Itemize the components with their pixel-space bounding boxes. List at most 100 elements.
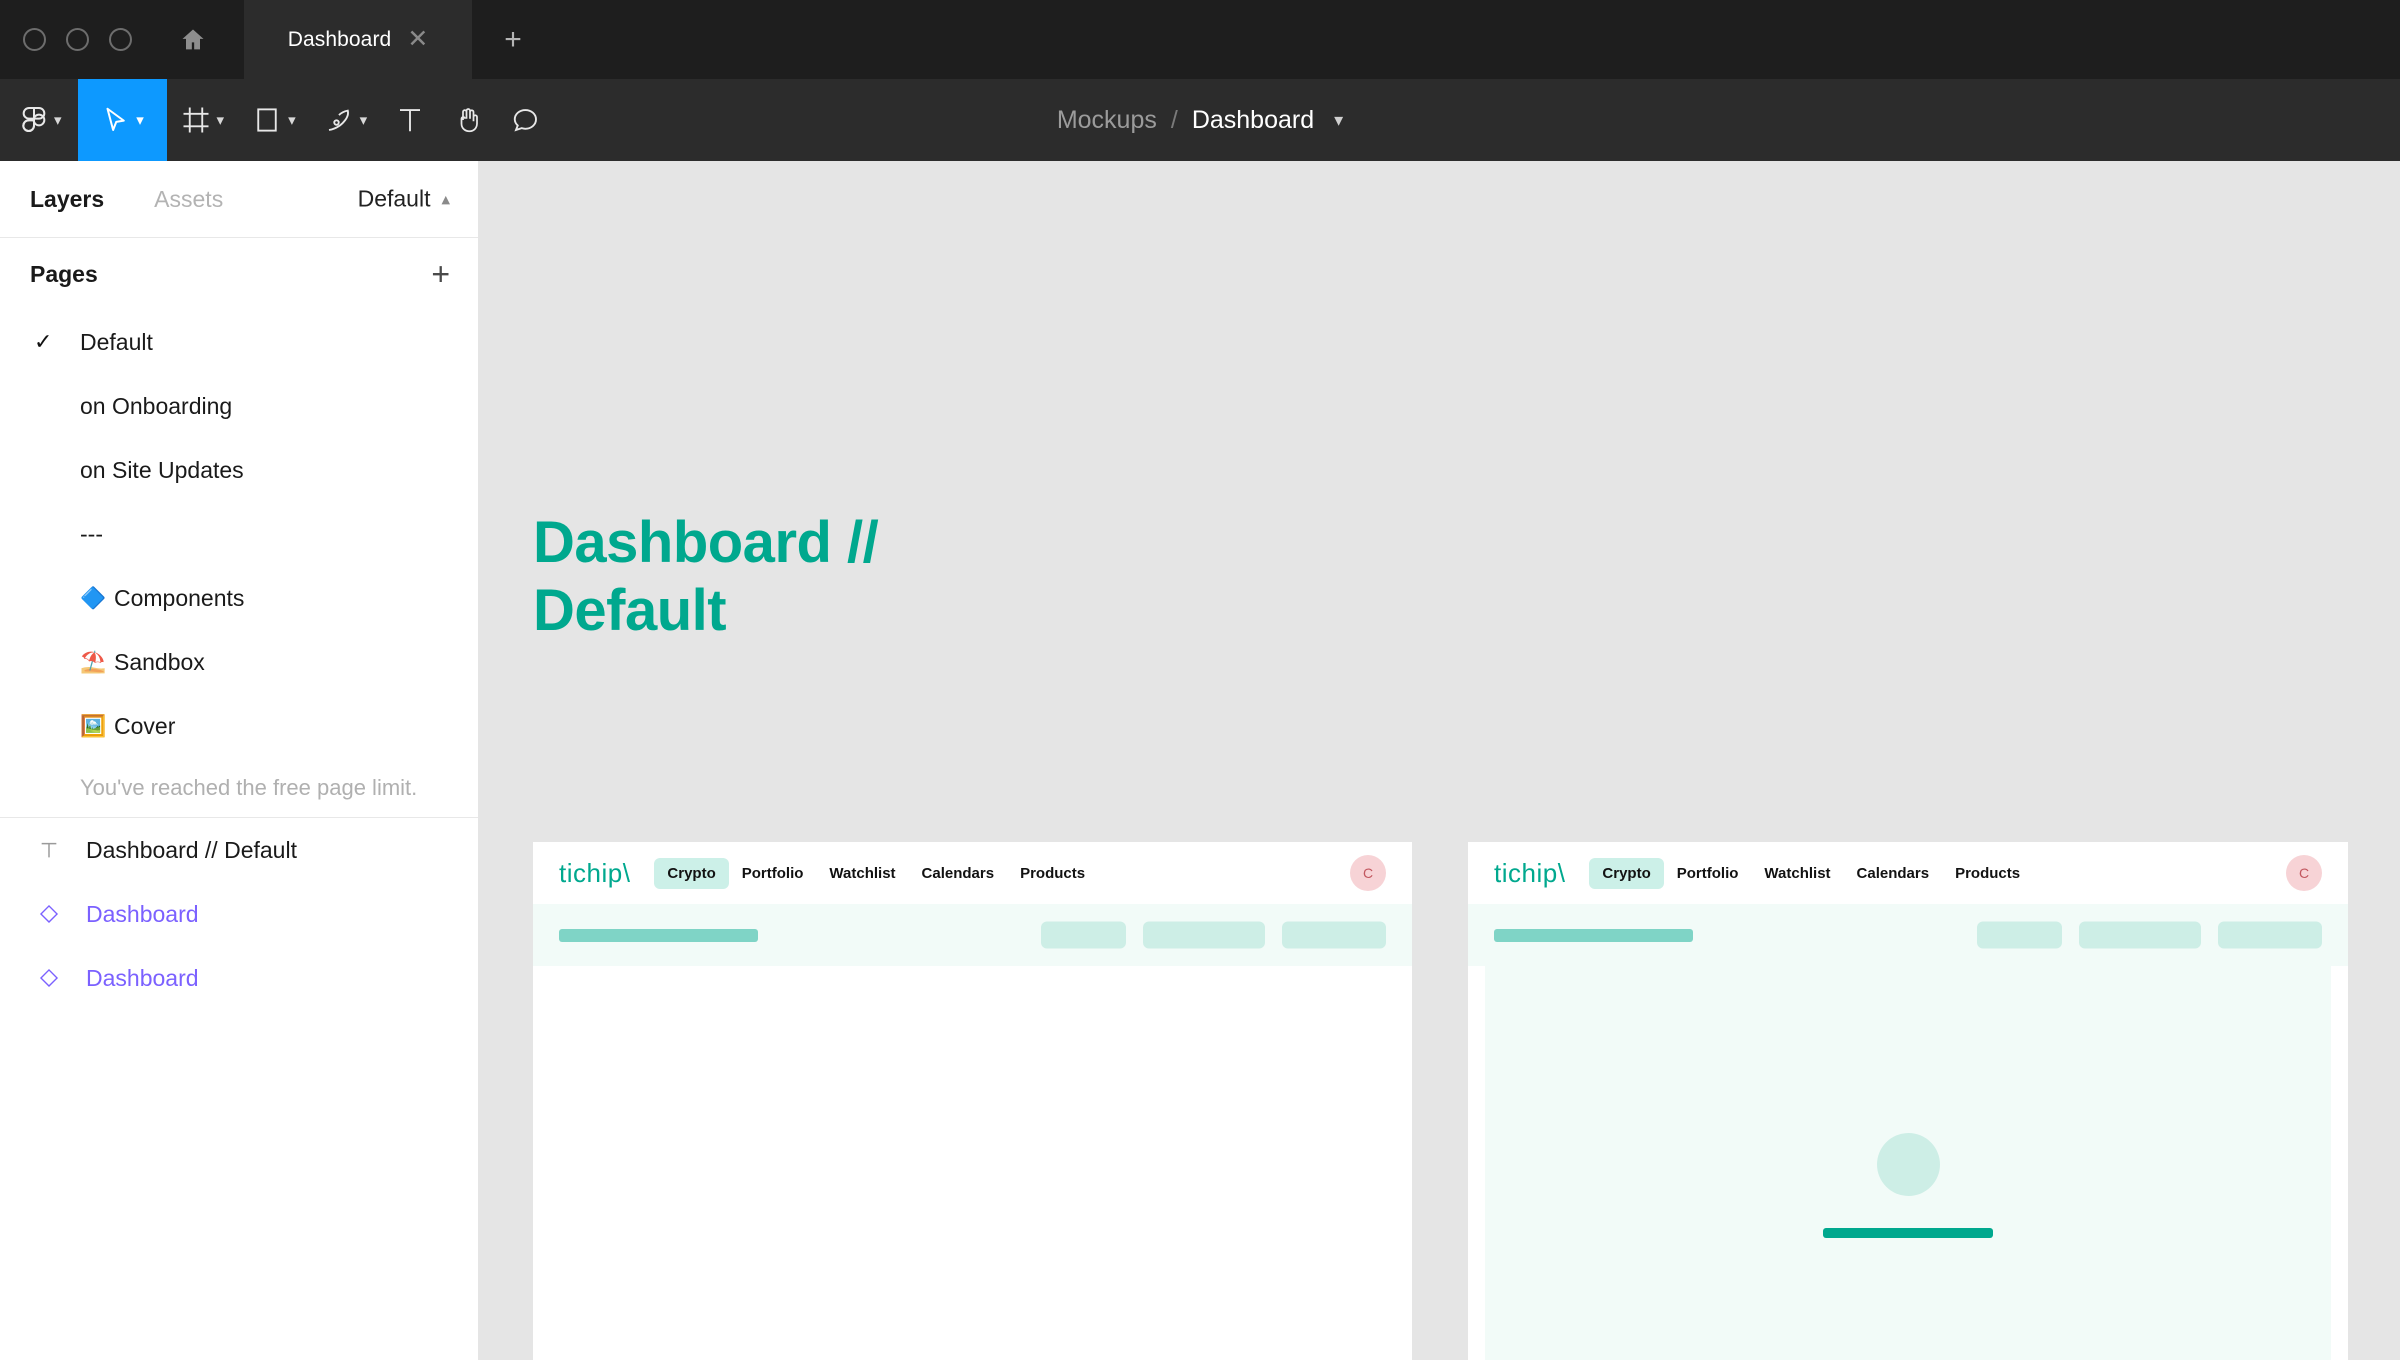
breadcrumb-separator: / xyxy=(1170,105,1178,134)
avatar[interactable]: C xyxy=(1350,855,1386,891)
placeholder-pill xyxy=(1977,921,2062,949)
brand-logo[interactable]: tichip\ xyxy=(1494,858,1565,889)
layer-item-dashboard-component-2[interactable]: Dashboard xyxy=(0,946,478,1010)
nav-link-portfolio[interactable]: Portfolio xyxy=(729,858,817,889)
chevron-up-icon: ▴ xyxy=(441,189,450,208)
move-tool-icon[interactable]: ▾ xyxy=(77,79,167,161)
page-selector[interactable]: Default ▴ xyxy=(358,186,450,213)
nav-link-products[interactable]: Products xyxy=(1007,858,1098,889)
placeholder-pill-group xyxy=(1041,921,1386,949)
page-item-default[interactable]: ✓ Default xyxy=(0,310,478,374)
page-item-divider[interactable]: --- xyxy=(0,502,478,566)
component-layer-icon xyxy=(34,903,64,925)
page-item-label: on Onboarding xyxy=(80,392,233,419)
page-item-cover[interactable]: 🖼️ Cover xyxy=(0,694,478,758)
tab-assets[interactable]: Assets xyxy=(154,186,223,213)
text-tool-icon[interactable] xyxy=(381,79,439,161)
left-sidebar: Layers Assets Default ▴ Pages + ✓ Defaul… xyxy=(0,161,479,1360)
placeholder-bar xyxy=(559,928,758,942)
dashboard-frame-left[interactable]: tichip\ Crypto Portfolio Watchlist Calen… xyxy=(533,842,1412,1360)
shape-tool-icon[interactable]: ▾ xyxy=(238,79,310,161)
minimize-window-button[interactable] xyxy=(66,28,89,51)
nav-link-products[interactable]: Products xyxy=(1942,858,2033,889)
text-layer-icon xyxy=(34,839,64,861)
add-page-button[interactable]: + xyxy=(431,258,450,290)
page-selector-label: Default xyxy=(357,185,431,212)
placeholder-pill xyxy=(1282,921,1386,949)
breadcrumb-project[interactable]: Mockups xyxy=(1057,106,1157,135)
nav-link-portfolio[interactable]: Portfolio xyxy=(1664,858,1752,889)
close-icon[interactable]: ✕ xyxy=(407,27,428,52)
layer-item-label: Dashboard xyxy=(86,964,199,991)
mock-nav-links: Crypto Portfolio Watchlist Calendars Pro… xyxy=(1589,857,2033,889)
placeholder-circle xyxy=(1876,1132,1940,1196)
page-item-label: Components xyxy=(114,584,245,611)
avatar[interactable]: C xyxy=(2286,855,2322,891)
tab-layers[interactable]: Layers xyxy=(30,186,104,213)
chevron-down-icon[interactable]: ▾ xyxy=(360,113,368,128)
check-icon: ✓ xyxy=(34,329,53,354)
placeholder-bar xyxy=(1494,928,1693,942)
page-item-components[interactable]: 🔷 Components xyxy=(0,566,478,630)
nav-link-crypto[interactable]: Crypto xyxy=(654,857,729,889)
placeholder-pill xyxy=(1041,921,1126,949)
blue-diamond-icon: 🔷 xyxy=(80,586,107,610)
beach-umbrella-icon: ⛱️ xyxy=(80,650,107,674)
file-tab-label: Dashboard xyxy=(287,27,392,51)
sidebar-tab-bar: Layers Assets Default ▴ xyxy=(0,161,478,238)
brand-logo[interactable]: tichip\ xyxy=(559,858,630,889)
chevron-down-icon[interactable]: ▾ xyxy=(1334,110,1343,131)
mock-navbar: tichip\ Crypto Portfolio Watchlist Calen… xyxy=(1468,842,2348,904)
page-item-sandbox[interactable]: ⛱️ Sandbox xyxy=(0,630,478,694)
window-tab-bar: Dashboard ✕ + xyxy=(0,0,2400,79)
design-canvas[interactable]: Dashboard // Default tichip\ Crypto Port… xyxy=(479,161,2400,1360)
page-item-label: --- xyxy=(80,520,103,547)
component-layer-icon xyxy=(34,967,64,989)
page-item-label: Default xyxy=(80,328,153,355)
placeholder-pill xyxy=(1143,921,1265,949)
maximize-window-button[interactable] xyxy=(109,28,132,51)
comment-tool-icon[interactable] xyxy=(497,79,555,161)
hand-tool-icon[interactable] xyxy=(439,79,497,161)
mock-nav-links: Crypto Portfolio Watchlist Calendars Pro… xyxy=(654,857,1098,889)
new-tab-button[interactable]: + xyxy=(490,17,536,63)
layer-item-dashboard-component-1[interactable]: Dashboard xyxy=(0,882,478,946)
mock-content-area xyxy=(533,966,1412,1360)
nav-link-crypto[interactable]: Crypto xyxy=(1589,857,1664,889)
mock-subheader xyxy=(1468,904,2348,966)
nav-link-calendars[interactable]: Calendars xyxy=(1844,858,1943,889)
placeholder-accent-bar xyxy=(1823,1227,1993,1238)
mock-content-area xyxy=(1485,966,2331,1360)
mock-navbar: tichip\ Crypto Portfolio Watchlist Calen… xyxy=(533,842,1412,904)
nav-link-watchlist[interactable]: Watchlist xyxy=(1751,858,1843,889)
chevron-down-icon[interactable]: ▾ xyxy=(54,113,62,128)
layer-item-label: Dashboard // Default xyxy=(86,836,297,863)
file-tab-dashboard[interactable]: Dashboard ✕ xyxy=(244,0,472,79)
layer-item-dashboard-default[interactable]: Dashboard // Default xyxy=(0,818,478,882)
close-window-button[interactable] xyxy=(23,28,46,51)
figma-menu-icon[interactable]: ▾ xyxy=(0,79,78,161)
frame-tool-icon[interactable]: ▾ xyxy=(167,79,239,161)
dashboard-frame-right[interactable]: tichip\ Crypto Portfolio Watchlist Calen… xyxy=(1468,842,2348,1360)
page-item-label: on Site Updates xyxy=(80,456,244,483)
chevron-down-icon[interactable]: ▾ xyxy=(288,113,296,128)
mock-subheader xyxy=(533,904,1412,966)
page-item-label: Cover xyxy=(114,712,176,739)
chevron-down-icon[interactable]: ▾ xyxy=(217,113,225,128)
editor-toolbar: ▾ ▾ ▾ ▾ ▾ Mockups / Dashboard ▾ xyxy=(0,79,2400,161)
pen-tool-icon[interactable]: ▾ xyxy=(310,79,382,161)
placeholder-pill-group xyxy=(1977,921,2322,949)
window-controls[interactable] xyxy=(23,28,132,51)
breadcrumb-file[interactable]: Dashboard xyxy=(1192,106,1314,135)
home-icon[interactable] xyxy=(170,17,216,63)
placeholder-pill xyxy=(2218,921,2322,949)
placeholder-pill xyxy=(2079,921,2201,949)
nav-link-watchlist[interactable]: Watchlist xyxy=(816,858,908,889)
page-item-on-onboarding[interactable]: on Onboarding xyxy=(0,374,478,438)
nav-link-calendars[interactable]: Calendars xyxy=(909,858,1008,889)
pages-section-header: Pages + xyxy=(0,238,478,310)
page-item-on-site-updates[interactable]: on Site Updates xyxy=(0,438,478,502)
chevron-down-icon[interactable]: ▾ xyxy=(136,113,144,128)
framed-picture-icon: 🖼️ xyxy=(80,714,107,738)
pages-title: Pages xyxy=(30,260,98,287)
